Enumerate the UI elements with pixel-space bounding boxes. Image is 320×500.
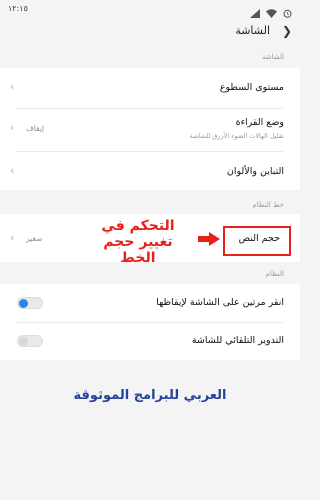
back-arrow-icon[interactable]: ❯ <box>282 24 292 38</box>
row-value: إيقاف <box>26 124 45 133</box>
row-contrast-colors[interactable]: التباين والألوان ‹ <box>0 152 300 190</box>
chevron-left-icon: ‹ <box>10 80 15 93</box>
row-value: صغير <box>26 234 43 243</box>
highlight-box <box>223 226 291 256</box>
row-label: التدوير التلقائي للشاشة <box>191 335 284 346</box>
section-label-system-font: خط النظام <box>252 201 284 209</box>
chevron-left-icon: ‹ <box>10 231 15 244</box>
toggle-knob <box>19 337 28 346</box>
double-tap-toggle[interactable] <box>17 297 43 309</box>
row-label: التباين والألوان <box>226 166 284 177</box>
app-header: الشاشة ❯ <box>0 18 300 46</box>
annotation-line-2: تغيير حجم الخط <box>103 234 173 266</box>
system-card: انقر مرتين على الشاشة لإيقاظها التدوير ا… <box>0 284 300 360</box>
annotation-line-1: التحكم في <box>101 218 175 234</box>
row-label: مستوى السطوع <box>219 82 284 93</box>
row-double-tap-wake: انقر مرتين على الشاشة لإيقاظها <box>0 284 300 322</box>
status-bar: ١٢:١٥ <box>0 0 300 18</box>
row-reading-mode[interactable]: وضع القراءة تقليل الهالات الضوء الأزرق ل… <box>0 109 300 151</box>
page-title: الشاشة <box>235 24 270 37</box>
row-auto-rotate: التدوير التلقائي للشاشة <box>0 323 300 360</box>
row-label: وضع القراءة <box>235 117 284 128</box>
row-brightness[interactable]: مستوى السطوع ‹ <box>0 68 300 108</box>
chevron-left-icon: ‹ <box>10 164 15 177</box>
auto-rotate-toggle[interactable] <box>17 335 43 347</box>
footer-brand: العربي للبرامج الموثوقة <box>73 388 227 403</box>
chevron-left-icon: ‹ <box>10 121 15 134</box>
annotation-callout: التحكم في تغيير حجم الخط <box>88 218 188 266</box>
row-label: انقر مرتين على الشاشة لإيقاظها <box>156 297 284 308</box>
section-label-display: الشاشة <box>261 53 284 61</box>
display-card: مستوى السطوع ‹ وضع القراءة تقليل الهالات… <box>0 68 300 190</box>
row-sublabel: تقليل الهالات الضوء الأزرق للشاشة <box>189 132 284 140</box>
status-time: ١٢:١٥ <box>8 4 28 13</box>
arrow-right-icon <box>198 232 220 246</box>
toggle-knob <box>19 299 28 308</box>
section-label-system: النظام <box>265 270 284 278</box>
